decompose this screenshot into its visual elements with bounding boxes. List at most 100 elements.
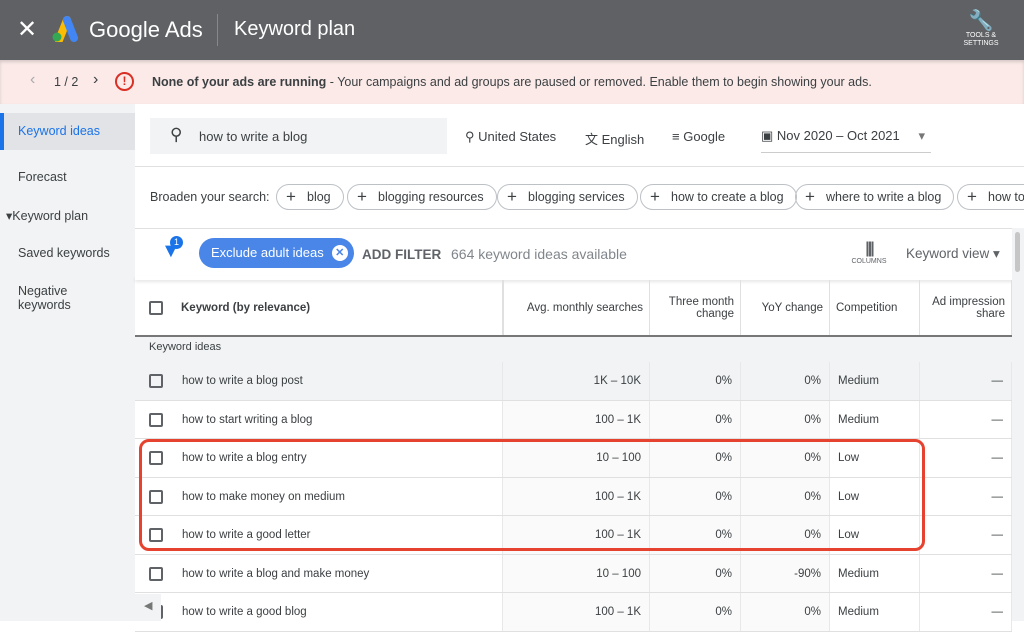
sidebar-item-label: Keyword plan — [12, 209, 89, 223]
alert-pager: 1 / 2 — [54, 75, 79, 89]
cell-competition: Medium — [830, 554, 920, 592]
divider — [135, 228, 1024, 229]
cell-ad-impression-share: — — [920, 593, 1012, 631]
divider — [135, 166, 1024, 167]
header-keyword[interactable]: Keyword (by relevance) — [175, 280, 503, 336]
row-checkbox[interactable] — [149, 412, 163, 427]
cell-yoy-change: 0% — [741, 593, 830, 631]
broaden-chip[interactable]: + blogging resources — [347, 184, 497, 210]
broaden-chip[interactable]: + blogging services — [497, 184, 638, 210]
cell-ad-impression-share: — — [920, 477, 1012, 515]
search-icon: ⚲ — [170, 125, 183, 144]
location-pin-icon: ⚲ — [465, 129, 479, 144]
remove-chip-icon[interactable]: ✕ — [331, 245, 348, 261]
network-selector[interactable]: ≡ Google — [672, 129, 725, 144]
prev-icon[interactable]: ‹ — [30, 71, 35, 89]
sidebar-item-keyword-plan[interactable]: ▾Keyword plan — [0, 208, 135, 223]
cell-keyword: how to write a good blog — [175, 593, 503, 631]
cell-ad-impression-share: — — [920, 516, 1012, 554]
group-row: Keyword ideas — [135, 337, 1012, 362]
row-checkbox[interactable] — [149, 374, 163, 388]
keyword-count: 664 keyword ideas available — [451, 246, 627, 262]
broaden-chip[interactable]: + where to write a blog — [795, 184, 955, 210]
cell-three-month-change: 0% — [650, 400, 741, 438]
row-checkbox[interactable] — [149, 566, 163, 581]
header-yoy-change[interactable]: YoY change — [741, 280, 830, 336]
highlight-annotation — [139, 439, 925, 551]
network-label: Google — [683, 129, 726, 144]
calendar-icon: ▣ — [761, 128, 777, 143]
google-ads-logo — [52, 16, 78, 42]
columns-icon: ||| — [865, 240, 874, 257]
cell-keyword: how to write a blog and make money — [175, 554, 503, 592]
divider — [217, 14, 218, 46]
exclude-adult-ideas-chip[interactable]: Exclude adult ideas ✕ — [199, 238, 354, 268]
translate-icon: 文 — [585, 132, 602, 147]
tools-label: TOOLS & SETTINGS — [963, 32, 999, 47]
sidebar-item-keyword-ideas[interactable]: Keyword ideas — [0, 113, 135, 150]
cell-three-month-change: 0% — [650, 362, 741, 400]
cell-ad-impression-share: — — [920, 439, 1012, 477]
tools-settings-button[interactable]: 🔧 TOOLS & SETTINGS — [956, 10, 1006, 48]
cell-competition: Medium — [830, 362, 920, 400]
location-label: United States — [478, 129, 557, 144]
table-row[interactable]: how to write a good blog 100 – 1K 0% 0% Medi… — [135, 593, 1012, 632]
sidebar-item-saved-keywords[interactable]: Saved keywords — [0, 246, 135, 260]
alert-title: None of your ads are running — [152, 75, 327, 89]
broaden-chip[interactable]: + how to create a blog — [640, 184, 797, 210]
chip-label: Exclude adult ideas — [211, 245, 324, 260]
cell-ad-impression-share: — — [920, 362, 1012, 400]
header-competition[interactable]: Competition — [830, 280, 920, 336]
cell-ad-impression-share: — — [920, 554, 1012, 592]
cell-three-month-change: 0% — [650, 554, 741, 592]
search-query: how to write a blog — [199, 129, 308, 144]
alert-bar: ‹ 1 / 2 › ! None of your ads are running… — [0, 60, 1024, 104]
cell-keyword: how to start writing a blog — [175, 400, 503, 438]
location-selector[interactable]: ⚲ United States — [465, 129, 556, 145]
add-filter-button[interactable]: ADD FILTER — [362, 247, 441, 262]
header-avg-monthly-searches[interactable]: Avg. monthly searches — [503, 280, 650, 336]
sidebar: Keyword ideas Forecast ▾Keyword plan Sav… — [0, 104, 135, 621]
language-label: English — [601, 132, 645, 147]
scrollbar[interactable] — [1012, 228, 1024, 621]
network-icon: ≡ — [672, 129, 684, 144]
cell-competition: Medium — [830, 593, 920, 631]
date-range-selector[interactable]: ▣ Nov 2020 – Oct 2021 ▾ — [761, 128, 931, 153]
sidebar-item-forecast[interactable]: Forecast — [0, 170, 135, 184]
broaden-chip[interactable]: + how to — [957, 184, 1024, 210]
close-icon[interactable]: ✕ — [17, 15, 37, 44]
table-row[interactable]: how to write a blog post 1K – 10K 0% 0% Medi… — [135, 362, 1012, 401]
cell-avg-monthly-searches: 10 – 100 — [503, 554, 650, 592]
error-icon: ! — [115, 72, 134, 91]
cell-avg-monthly-searches: 100 – 1K — [503, 593, 650, 631]
keyword-view-dropdown[interactable]: Keyword view ▾ — [906, 246, 1000, 262]
header-ad-impression-share[interactable]: Ad impression share — [920, 280, 1012, 336]
columns-label: COLUMNS — [851, 258, 887, 265]
alert-message: - Your campaigns and ad groups are pause… — [326, 75, 872, 89]
dropdown-icon: ▾ — [918, 128, 925, 143]
table-row[interactable]: how to write a blog and make money 10 – 1… — [135, 554, 1012, 593]
language-selector[interactable]: 文 English — [585, 129, 644, 148]
scroll-left-icon[interactable]: ◀ — [135, 594, 161, 621]
columns-button[interactable]: ||| COLUMNS — [843, 240, 895, 265]
select-all-checkbox[interactable] — [149, 301, 163, 315]
filter-icon[interactable]: ▼ 1 — [161, 236, 183, 263]
top-bar: ✕ Google Ads Keyword plan 🔧 TOOLS & SETTI… — [0, 0, 1024, 60]
cell-yoy-change: -90% — [741, 554, 830, 592]
broaden-chip[interactable]: + blog — [276, 184, 344, 210]
cell-three-month-change: 0% — [650, 593, 741, 631]
cell-avg-monthly-searches: 1K – 10K — [503, 362, 650, 400]
sidebar-item-negative-keywords[interactable]: Negative keywords — [0, 284, 90, 312]
cell-avg-monthly-searches: 100 – 1K — [503, 400, 650, 438]
cell-ad-impression-share: — — [920, 400, 1012, 438]
cell-keyword: how to write a blog post — [175, 362, 503, 400]
cell-competition: Medium — [830, 400, 920, 438]
next-icon[interactable]: › — [93, 71, 98, 89]
broaden-label: Broaden your search: — [150, 190, 270, 204]
search-input[interactable]: ⚲ how to write a blog — [150, 118, 447, 154]
cell-yoy-change: 0% — [741, 362, 830, 400]
header-three-month-change[interactable]: Three month change — [650, 280, 741, 336]
page-title: Keyword plan — [234, 18, 356, 40]
table-row[interactable]: how to start writing a blog 100 – 1K 0% 0% M… — [135, 400, 1012, 439]
wrench-icon: 🔧 — [968, 10, 994, 32]
